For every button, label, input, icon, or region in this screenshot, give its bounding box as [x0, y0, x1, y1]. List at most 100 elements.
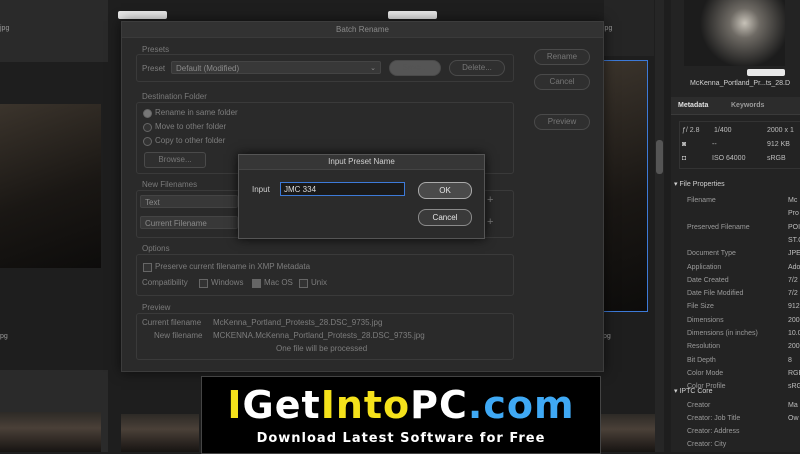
property-label: File Size	[687, 303, 714, 311]
property-label: Creator: Job Title	[687, 415, 741, 422]
chevron-down-icon: ⌄	[370, 65, 376, 72]
radio-label: Rename in same folder	[155, 108, 238, 117]
delete-preset-button[interactable]: Delete...	[449, 60, 505, 76]
radio-copy-folder[interactable]	[143, 137, 152, 146]
windows-checkbox[interactable]	[199, 279, 208, 288]
unix-checkbox[interactable]	[299, 279, 308, 288]
aperture-value: ƒ/ 2.8	[682, 127, 700, 134]
tab-keywords[interactable]: Keywords	[731, 102, 764, 109]
preset-label: Preset	[142, 64, 166, 73]
property-value: Mc	[788, 197, 798, 204]
property-value: 200	[788, 316, 800, 324]
watermark-banner: IGetIntoPC.com Download Latest Software …	[201, 376, 601, 454]
property-value: POI	[788, 223, 800, 231]
banner-title: IGetIntoPC.com	[202, 383, 600, 427]
property-label: Filename	[687, 197, 716, 204]
banner-title-into: Into	[320, 383, 411, 427]
compatibility-label: Compatibility	[142, 278, 188, 287]
blurred-label	[747, 69, 785, 76]
property-value: 8	[788, 356, 792, 364]
thumbnail-image[interactable]	[0, 412, 101, 452]
banner-title-com: .com	[467, 383, 575, 427]
property-value: Ow	[788, 415, 799, 422]
ok-button[interactable]: OK	[418, 182, 472, 199]
radio-label: Move to other folder	[155, 122, 227, 131]
property-label: Date Created	[687, 276, 729, 284]
banner-title-get: Get	[242, 383, 321, 427]
options-group	[136, 254, 514, 296]
thumbnail-image[interactable]	[121, 414, 199, 452]
add-row-icon[interactable]: +	[487, 216, 493, 228]
preview-thumbnail[interactable]	[684, 0, 785, 66]
cancel-button[interactable]: Cancel	[418, 209, 472, 226]
property-value: Ma	[788, 402, 798, 409]
property-label: Creator: Address	[687, 428, 740, 435]
property-value: 10.0	[788, 330, 800, 337]
destination-group-label: Destination Folder	[142, 92, 207, 101]
property-label: Resolution	[687, 343, 721, 351]
radio-rename-same-folder[interactable]	[143, 109, 152, 118]
grid-scrollbar[interactable]	[655, 0, 664, 452]
macos-checkbox[interactable]	[252, 279, 261, 288]
iptc-core-title: IPTC Core	[679, 388, 713, 395]
input-label: Input	[252, 185, 270, 194]
blurred-label	[118, 11, 167, 19]
options-group-label: Options	[142, 244, 170, 253]
file-properties-header[interactable]: ▾ File Properties	[674, 180, 725, 188]
rename-button[interactable]: Rename	[534, 49, 590, 65]
thumbnail-cell[interactable]	[0, 0, 108, 62]
property-value: Ado	[788, 263, 800, 271]
browse-button[interactable]: Browse...	[144, 152, 206, 168]
input-preset-name-dialog: Input Preset Name Input JMC 334 OK Cance…	[238, 154, 485, 239]
macos-label: Mac OS	[264, 278, 293, 287]
property-label: Creator	[687, 402, 711, 409]
thumbnail-label: jpg	[603, 25, 613, 32]
thumbnail-caption: McKenna_Portland_Pr...ts_28.D	[690, 80, 791, 87]
property-value: 7/2	[788, 276, 798, 284]
dimensions-value: 2000 x 1	[767, 127, 794, 134]
flash-value: --	[712, 141, 717, 148]
color-space-value: sRGB	[767, 155, 786, 162]
thumbnail-image-selected[interactable]	[598, 60, 648, 312]
iptc-core-header[interactable]: ▾ IPTC Core	[674, 387, 713, 395]
property-value: RGB	[788, 369, 800, 377]
scrollbar-thumb[interactable]	[656, 140, 663, 174]
radio-move-folder[interactable]	[143, 123, 152, 132]
property-value: Pro	[788, 210, 799, 218]
presets-group-label: Presets	[142, 45, 170, 54]
property-label: Color Mode	[687, 369, 724, 377]
banner-title-pc: PC	[410, 383, 468, 427]
preserve-filename-checkbox[interactable]	[143, 263, 152, 272]
property-value: 912	[788, 303, 800, 311]
property-label: Creator: City	[687, 441, 727, 448]
property-label: Document Type	[687, 250, 736, 258]
property-label: Application	[687, 263, 722, 271]
dialog-title: Batch Rename	[122, 22, 603, 38]
thumbnail-image[interactable]	[600, 414, 655, 452]
add-row-icon[interactable]: +	[487, 194, 493, 206]
preset-select[interactable]: Default (Modified) ⌄	[171, 61, 381, 74]
camera-icon: ◘	[682, 155, 687, 162]
windows-label: Windows	[211, 278, 244, 287]
property-value: 200	[788, 343, 800, 351]
filename-token-select[interactable]: Current Filename	[140, 216, 238, 229]
thumbnail-label: pg	[0, 333, 8, 340]
save-preset-button[interactable]: Save...	[389, 60, 441, 76]
preview-button[interactable]: Preview	[534, 114, 590, 130]
metering-icon: ◙	[682, 141, 687, 148]
cancel-button[interactable]: Cancel	[534, 74, 590, 90]
filename-token-select[interactable]: Text	[140, 195, 238, 208]
property-value: ST.C	[788, 236, 800, 244]
property-value: sRGB	[788, 383, 800, 391]
file-properties-title: File Properties	[679, 181, 725, 188]
property-label: Dimensions (in inches)	[687, 330, 758, 337]
thumbnail-label: pg	[603, 333, 611, 340]
preset-name-input[interactable]: JMC 334	[280, 182, 405, 196]
property-label: Preserved Filename	[687, 223, 750, 231]
blurred-label	[388, 11, 437, 19]
thumbnail-image[interactable]	[0, 104, 101, 268]
preview-group-label: Preview	[142, 303, 171, 312]
tab-metadata[interactable]: Metadata	[678, 102, 708, 109]
radio-label: Copy to other folder	[155, 136, 226, 145]
thumbnail-label: jpg	[0, 25, 10, 32]
